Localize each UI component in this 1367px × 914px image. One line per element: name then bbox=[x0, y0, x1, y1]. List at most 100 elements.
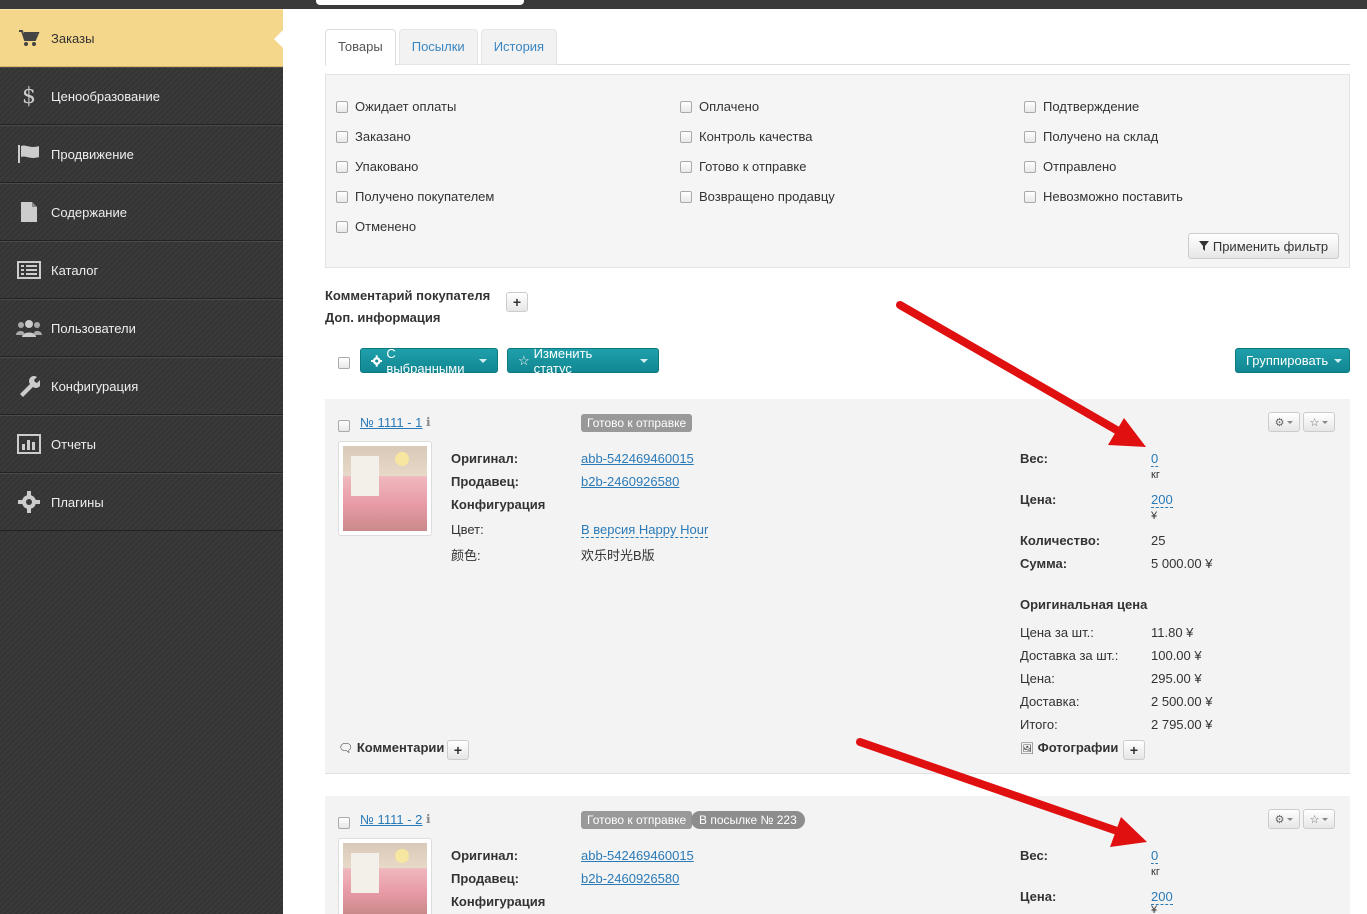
customer-comment-label: Комментарий покупателя bbox=[325, 288, 491, 303]
apply-filter-button[interactable]: Применить фильтр bbox=[1188, 233, 1339, 259]
info-icon[interactable]: ℹ bbox=[426, 812, 431, 826]
quantity-value: 25 bbox=[1151, 533, 1166, 548]
checkbox[interactable] bbox=[1024, 160, 1036, 173]
chevron-down-icon bbox=[1322, 420, 1329, 424]
filter-returned-to-seller[interactable]: Возвращено продавцу bbox=[680, 189, 835, 204]
star-icon: ☆ bbox=[518, 352, 530, 368]
checkbox[interactable] bbox=[680, 190, 692, 203]
status-badge: Готово к отправке bbox=[581, 414, 693, 432]
checkbox[interactable] bbox=[680, 100, 692, 113]
seller-label: Продавец: bbox=[451, 474, 519, 489]
comments-label: Комментарии bbox=[356, 740, 445, 755]
sidebar-item-promotion[interactable]: Продвижение bbox=[0, 125, 283, 183]
original-link[interactable]: abb-542469460015 bbox=[581, 848, 694, 863]
product-image bbox=[343, 843, 427, 914]
tab-goods[interactable]: Товары bbox=[325, 29, 396, 66]
settings-dropdown-button[interactable]: ⚙ bbox=[1268, 412, 1300, 432]
document-icon bbox=[16, 201, 42, 223]
checkbox[interactable] bbox=[1024, 100, 1036, 113]
chevron-down-icon bbox=[640, 358, 648, 363]
order-select-checkbox[interactable] bbox=[338, 817, 350, 829]
checkbox[interactable] bbox=[1024, 190, 1036, 203]
color-value[interactable]: B версия Happy Hour bbox=[581, 522, 709, 538]
product-image bbox=[343, 446, 427, 531]
filter-paid[interactable]: Оплачено bbox=[680, 99, 759, 114]
product-thumbnail[interactable] bbox=[338, 441, 432, 536]
change-status-button[interactable]: ☆ Изменить статус bbox=[507, 346, 659, 376]
checkbox[interactable] bbox=[336, 130, 348, 143]
with-selected-button[interactable]: С выбранными bbox=[360, 346, 498, 376]
favorite-dropdown-button[interactable]: ☆ bbox=[1303, 809, 1335, 829]
checkbox[interactable] bbox=[1024, 130, 1036, 143]
sidebar-item-label: Пользователи bbox=[51, 320, 136, 336]
orig-price-value: 295.00 ¥ bbox=[1151, 671, 1202, 686]
filter-quality-control[interactable]: Контроль качества bbox=[680, 129, 812, 144]
filter-ordered[interactable]: Заказано bbox=[336, 129, 411, 144]
price-value[interactable]: 200 bbox=[1151, 492, 1173, 508]
order-number-link[interactable]: № 1111 - 2 bbox=[360, 812, 422, 827]
add-comment-button[interactable]: + bbox=[447, 740, 469, 760]
sidebar-item-users[interactable]: Пользователи bbox=[0, 299, 283, 357]
checkbox[interactable] bbox=[336, 190, 348, 203]
sidebar-item-content[interactable]: Содержание bbox=[0, 183, 283, 241]
checkbox[interactable] bbox=[336, 220, 348, 233]
order-number-link[interactable]: № 1111 - 1 bbox=[360, 415, 422, 430]
gear-icon bbox=[16, 491, 42, 513]
comment-icon: 🗨 bbox=[338, 741, 354, 755]
original-label: Оригинал: bbox=[451, 451, 519, 466]
filter-cannot-deliver[interactable]: Невозможно поставить bbox=[1024, 189, 1183, 204]
weight-label: Вес: bbox=[1020, 848, 1049, 863]
checkbox[interactable] bbox=[680, 130, 692, 143]
order-select-checkbox[interactable] bbox=[338, 420, 350, 432]
sum-label: Сумма: bbox=[1020, 556, 1068, 571]
chevron-down-icon bbox=[1334, 358, 1343, 363]
price-value[interactable]: 200 bbox=[1151, 889, 1173, 905]
filter-label: Ожидает оплаты bbox=[355, 99, 457, 114]
checkbox[interactable] bbox=[336, 160, 348, 173]
checkbox[interactable] bbox=[336, 100, 348, 113]
select-all-checkbox[interactable] bbox=[338, 357, 350, 369]
tab-parcels[interactable]: Посылки bbox=[398, 29, 478, 65]
seller-link[interactable]: b2b-2460926580 bbox=[581, 871, 679, 886]
product-thumbnail[interactable] bbox=[338, 838, 432, 914]
chevron-down-icon bbox=[479, 358, 487, 363]
filter-label: Возвращено продавцу bbox=[699, 189, 835, 204]
info-icon[interactable]: ℹ bbox=[426, 415, 431, 429]
sidebar-item-label: Продвижение bbox=[51, 146, 134, 162]
filter-shipped[interactable]: Отправлено bbox=[1024, 159, 1116, 174]
sidebar-item-configuration[interactable]: Конфигурация bbox=[0, 357, 283, 415]
filter-cancelled[interactable]: Отменено bbox=[336, 219, 416, 234]
seller-link[interactable]: b2b-2460926580 bbox=[581, 474, 679, 489]
filter-ready-to-ship[interactable]: Готово к отправке bbox=[680, 159, 806, 174]
chevron-down-icon bbox=[1287, 817, 1294, 821]
filter-label: Оплачено bbox=[699, 99, 760, 114]
weight-value[interactable]: 0 bbox=[1151, 848, 1159, 864]
filter-packed[interactable]: Упаковано bbox=[336, 159, 418, 174]
original-link[interactable]: abb-542469460015 bbox=[581, 451, 694, 466]
gear-icon: ⚙ bbox=[1274, 416, 1285, 429]
add-photo-button[interactable]: + bbox=[1123, 740, 1145, 760]
settings-dropdown-button[interactable]: ⚙ bbox=[1268, 809, 1300, 829]
weight-value[interactable]: 0 bbox=[1151, 451, 1159, 467]
price-label: Цена: bbox=[1020, 492, 1057, 507]
sidebar-item-orders[interactable]: Заказы bbox=[0, 9, 284, 67]
filter-label: Невозможно поставить bbox=[1043, 189, 1183, 204]
filter-awaiting-payment[interactable]: Ожидает оплаты bbox=[336, 99, 456, 114]
unit-price-label: Цена за шт.: bbox=[1020, 625, 1094, 640]
tab-history[interactable]: История bbox=[480, 29, 558, 65]
filter-received-at-warehouse[interactable]: Получено на склад bbox=[1024, 129, 1158, 144]
filter-confirmation[interactable]: Подтверждение bbox=[1024, 99, 1139, 114]
sidebar-item-reports[interactable]: Отчеты bbox=[0, 415, 283, 473]
sidebar-item-catalog[interactable]: Каталог bbox=[0, 241, 283, 299]
filter-label: Упаковано bbox=[355, 159, 419, 174]
sidebar-item-pricing[interactable]: $ Ценообразование bbox=[0, 67, 283, 125]
sidebar-item-label: Каталог bbox=[51, 262, 99, 278]
group-button[interactable]: Группировать bbox=[1235, 348, 1350, 373]
sidebar-item-plugins[interactable]: Плагины bbox=[0, 473, 283, 531]
add-customer-comment-button[interactable]: + bbox=[506, 292, 528, 312]
order-item-card: № 1111 - 2 ℹ Готово к отправке В посылке… bbox=[325, 796, 1350, 914]
checkbox[interactable] bbox=[680, 160, 692, 173]
filter-received-by-buyer[interactable]: Получено покупателем bbox=[336, 189, 494, 204]
sidebar-item-label: Заказы bbox=[51, 30, 95, 46]
favorite-dropdown-button[interactable]: ☆ bbox=[1303, 412, 1335, 432]
